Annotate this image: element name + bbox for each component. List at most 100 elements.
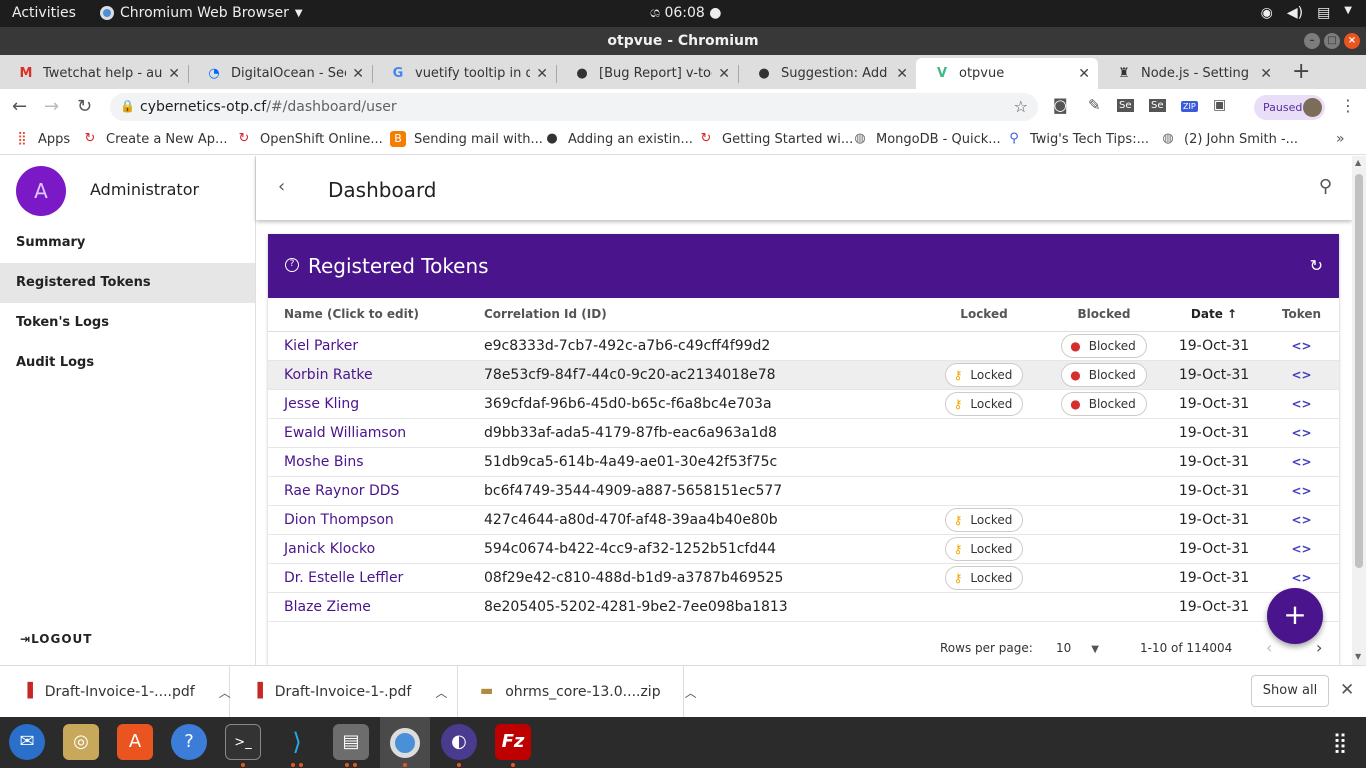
sidebar-item-summary[interactable]: Summary bbox=[0, 223, 255, 263]
download-item[interactable]: ▬ ohrms_core-13.0....zip ︿ bbox=[458, 666, 697, 718]
token-name-cell[interactable]: Kiel Parker bbox=[268, 331, 484, 361]
bookmark-item[interactable]: ◍ MongoDB - Quick... bbox=[852, 131, 1000, 147]
menu-kebab-icon[interactable]: ⋮ bbox=[1340, 96, 1356, 115]
filezilla-icon[interactable]: Fz bbox=[495, 724, 531, 760]
files-icon[interactable]: ▤ bbox=[333, 724, 369, 760]
token-name-cell[interactable]: Dr. Estelle Leffler bbox=[268, 563, 484, 593]
locked-chip[interactable]: ⚷ Locked bbox=[944, 362, 1024, 387]
token-code-icon[interactable]: <> bbox=[1264, 534, 1339, 564]
bookmark-star-icon[interactable]: ☆ bbox=[1014, 97, 1028, 116]
token-code-icon[interactable]: <> bbox=[1264, 563, 1339, 593]
download-item[interactable]: ▐ Draft-Invoice-1-....pdf ︿ bbox=[0, 666, 231, 718]
table-row[interactable]: Rae Raynor DDS bc6f4749-3544-4909-a887-56… bbox=[268, 476, 1339, 506]
selenium-extension-icon[interactable]: Se bbox=[1117, 99, 1134, 112]
camera-extension-icon[interactable]: ◙ bbox=[1053, 96, 1068, 114]
column-header-name[interactable]: Name (Click to edit) bbox=[268, 298, 484, 332]
terminal-icon[interactable]: >_ bbox=[225, 724, 261, 760]
close-download-bar-icon[interactable]: ✕ bbox=[1340, 680, 1354, 700]
bookmark-apps[interactable]: ⣿ Apps bbox=[14, 131, 70, 147]
token-code-icon[interactable]: <> bbox=[1264, 360, 1339, 390]
token-name-cell[interactable]: Jesse Kling bbox=[268, 389, 484, 419]
chevron-up-icon[interactable]: ︿ bbox=[219, 684, 231, 701]
locked-chip[interactable]: ⚷ Locked bbox=[944, 391, 1024, 416]
column-header-locked[interactable]: Locked bbox=[924, 298, 1044, 332]
chevron-left-icon[interactable]: ‹ bbox=[278, 176, 285, 197]
show-applications-icon[interactable]: ⣿ bbox=[1322, 724, 1358, 760]
locked-chip[interactable]: ⚷ Locked bbox=[944, 536, 1024, 561]
tab-gmail[interactable]: M Twetchat help - aung ✕ bbox=[0, 58, 188, 89]
table-row[interactable]: Ewald Williamson d9bb33af-ada5-4179-87fb-… bbox=[268, 418, 1339, 448]
help-icon[interactable]: ? bbox=[285, 258, 299, 272]
tab-github-suggestion[interactable]: ● Suggestion: Add a p ✕ bbox=[738, 58, 916, 89]
scroll-up-icon[interactable]: ▲ bbox=[1355, 158, 1361, 167]
tab-google[interactable]: G vuetify tooltip in dial ✕ bbox=[372, 58, 556, 89]
table-row[interactable]: Dion Thompson 427c4644-a80d-470f-af48-39a… bbox=[268, 505, 1339, 535]
forward-button[interactable]: → bbox=[44, 96, 59, 117]
bookmark-item[interactable]: ↻ OpenShift Online... bbox=[236, 131, 383, 147]
maximize-button[interactable]: □ bbox=[1324, 33, 1340, 49]
show-all-downloads-button[interactable]: Show all bbox=[1251, 675, 1329, 707]
back-button[interactable]: ← bbox=[12, 96, 27, 117]
token-name-cell[interactable]: Moshe Bins bbox=[268, 447, 484, 477]
prev-page-button[interactable]: ‹ bbox=[1266, 638, 1272, 657]
token-code-icon[interactable]: <> bbox=[1264, 476, 1339, 506]
page-scrollbar[interactable]: ▲ ▼ bbox=[1352, 156, 1366, 665]
help-icon[interactable]: ? bbox=[171, 724, 207, 760]
scrollbar-thumb[interactable] bbox=[1355, 174, 1363, 568]
blocked-chip[interactable]: ● Blocked bbox=[1061, 362, 1147, 387]
minimize-button[interactable]: – bbox=[1304, 33, 1320, 49]
blocked-chip[interactable]: ● Blocked bbox=[1061, 391, 1147, 416]
blocked-chip[interactable]: ● Blocked bbox=[1061, 333, 1147, 358]
add-token-button[interactable]: + bbox=[1267, 588, 1323, 644]
column-header-token[interactable]: Token bbox=[1264, 298, 1339, 332]
token-name-cell[interactable]: Rae Raynor DDS bbox=[268, 476, 484, 506]
sidebar-item-registered-tokens[interactable]: Registered Tokens bbox=[0, 263, 255, 303]
token-code-icon[interactable]: <> bbox=[1264, 505, 1339, 535]
token-name-cell[interactable]: Janick Klocko bbox=[268, 534, 484, 564]
profile-button[interactable]: Paused bbox=[1254, 95, 1325, 120]
clock[interactable]: ශ 06:08 ● bbox=[650, 5, 721, 21]
close-tab-icon[interactable]: ✕ bbox=[168, 66, 180, 82]
vscode-icon[interactable]: ⟩ bbox=[279, 724, 315, 760]
screen-extension-icon[interactable]: ▣ bbox=[1213, 97, 1226, 113]
app-menu[interactable]: Chromium Web Browser ▼ bbox=[100, 5, 303, 21]
column-header-id[interactable]: Correlation Id (ID) bbox=[484, 298, 924, 332]
column-header-date[interactable]: Date ↑ bbox=[1164, 298, 1264, 332]
token-code-icon[interactable]: <> bbox=[1264, 418, 1339, 448]
refresh-icon[interactable]: ↻ bbox=[1310, 256, 1323, 275]
token-name-cell[interactable]: Blaze Zieme bbox=[268, 592, 484, 622]
table-row[interactable]: Janick Klocko 594c0674-b422-4cc9-af32-125… bbox=[268, 534, 1339, 564]
close-tab-icon[interactable]: ✕ bbox=[352, 66, 364, 82]
table-row[interactable]: Dr. Estelle Leffler 08f29e42-c810-488d-b1… bbox=[268, 563, 1339, 593]
token-code-icon[interactable]: <> bbox=[1264, 447, 1339, 477]
locked-chip[interactable]: ⚷ Locked bbox=[944, 565, 1024, 590]
chromium-icon[interactable] bbox=[380, 717, 430, 768]
bookmark-item[interactable]: ↻ Create a New Ap... bbox=[82, 131, 228, 147]
chevron-up-icon[interactable]: ︿ bbox=[685, 684, 697, 701]
token-code-icon[interactable]: <> bbox=[1264, 389, 1339, 419]
close-tab-icon[interactable]: ✕ bbox=[1260, 66, 1272, 82]
table-row[interactable]: Kiel Parker e9c8333d-7cb7-492c-a7b6-c49cf… bbox=[268, 331, 1339, 361]
table-row[interactable]: Moshe Bins 51db9ca5-614b-4a49-ae01-30e42f… bbox=[268, 447, 1339, 477]
software-center-icon[interactable]: A bbox=[117, 724, 153, 760]
rhythmbox-icon[interactable]: ◎ bbox=[63, 724, 99, 760]
eclipse-icon[interactable]: ◐ bbox=[441, 724, 477, 760]
table-row[interactable]: Jesse Kling 369cfdaf-96b6-45d0-b65c-f6a8b… bbox=[268, 389, 1339, 419]
tab-nodejs[interactable]: ♜ Node.js - Setting NC ✕ bbox=[1098, 58, 1280, 89]
close-tab-icon[interactable]: ✕ bbox=[718, 66, 730, 82]
avatar[interactable]: A bbox=[16, 166, 66, 216]
search-icon[interactable]: ⚲ bbox=[1319, 176, 1332, 197]
thunderbird-icon[interactable]: ✉ bbox=[9, 724, 45, 760]
zip-extension-icon[interactable]: ZIP bbox=[1181, 101, 1198, 112]
selenium-ide-extension-icon[interactable]: Se bbox=[1149, 99, 1166, 112]
next-page-button[interactable]: › bbox=[1316, 638, 1322, 657]
tab-otpvue[interactable]: V otpvue ✕ bbox=[916, 58, 1098, 89]
bookmarks-overflow-icon[interactable]: » bbox=[1336, 131, 1345, 147]
close-tab-icon[interactable]: ✕ bbox=[536, 66, 548, 82]
column-header-blocked[interactable]: Blocked bbox=[1044, 298, 1164, 332]
locked-chip[interactable]: ⚷ Locked bbox=[944, 507, 1024, 532]
sidebar-item-audit-logs[interactable]: Audit Logs bbox=[0, 343, 255, 383]
system-tray[interactable]: ◉ ◀) ▤ ▼ bbox=[1261, 5, 1352, 21]
sidebar-item-tokens-logs[interactable]: Token's Logs bbox=[0, 303, 255, 343]
tab-github-bug[interactable]: ● [Bug Report] v-toolti ✕ bbox=[556, 58, 738, 89]
